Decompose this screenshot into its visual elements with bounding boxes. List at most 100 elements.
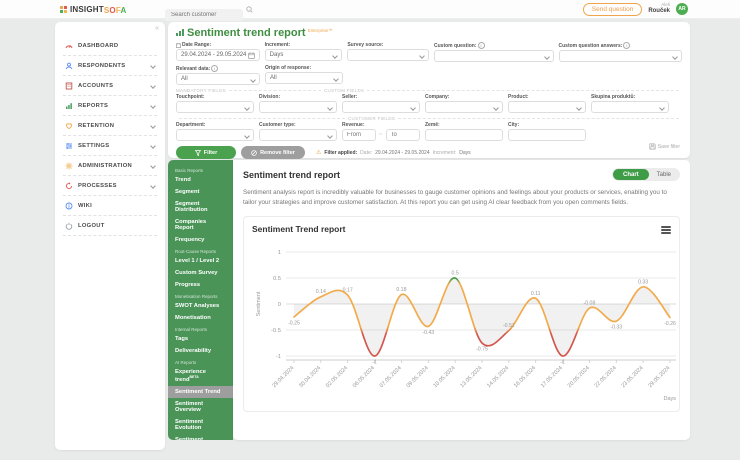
country-input[interactable] bbox=[430, 132, 498, 138]
sidebar-item-processes[interactable]: PROCESSES bbox=[63, 176, 157, 196]
app-logo[interactable]: INSIGHT SOFA bbox=[60, 0, 126, 18]
sidebar-item-dashboard[interactable]: DASHBOARD bbox=[63, 36, 157, 56]
relevant-data-label: Relevant data: i bbox=[176, 65, 260, 72]
touchpoint-select[interactable] bbox=[176, 101, 254, 113]
heart-icon bbox=[63, 122, 74, 130]
nav-item-level-1-level-2[interactable]: Level 1 / Level 2 bbox=[168, 255, 233, 267]
x-tick-label: 10.05.2024 bbox=[433, 365, 457, 389]
revenue-to-input[interactable] bbox=[390, 132, 415, 138]
report-nav: Basic Reports Trend Segment Segment Distrib… bbox=[168, 160, 233, 440]
beta-badge: BETA bbox=[189, 375, 199, 379]
send-question-button[interactable]: Send question bbox=[582, 2, 643, 16]
custom-question-select[interactable] bbox=[434, 50, 554, 62]
nav-item-experience-trend[interactable]: Experience trendBETA bbox=[168, 366, 233, 386]
relevant-data-select[interactable]: All bbox=[176, 73, 260, 85]
sidebar-item-retention[interactable]: RETENTION bbox=[63, 116, 157, 136]
sidebar-item-accounts[interactable]: ACCOUNTS bbox=[63, 76, 157, 96]
nav-item-segment[interactable]: Segment bbox=[168, 186, 233, 198]
nav-item-sentiment-overview[interactable]: Sentiment Overview bbox=[168, 398, 233, 416]
chevron-down-icon bbox=[576, 105, 582, 111]
sidebar-item-wiki[interactable]: WIKI bbox=[63, 196, 157, 216]
department-label: Department: bbox=[176, 122, 206, 128]
x-tick-label: 29.04.2024 bbox=[271, 365, 295, 389]
sidebar-item-label: REPORTS bbox=[78, 102, 109, 109]
avatar[interactable]: AR bbox=[676, 3, 688, 15]
revenue-from-wrap bbox=[342, 129, 376, 141]
customer-type-select[interactable] bbox=[259, 129, 337, 141]
nav-item-swot-analyses[interactable]: SWOT Analyses bbox=[168, 300, 233, 312]
filter-button[interactable]: Filter bbox=[176, 146, 236, 159]
company-select[interactable] bbox=[425, 101, 503, 113]
report-icon bbox=[176, 29, 184, 36]
topbar: INSIGHTSOFA Send question Aleš Rouček AR bbox=[0, 0, 740, 21]
enterprise-badge: Enterprise™ bbox=[307, 28, 333, 33]
sidebar-item-label: RETENTION bbox=[78, 122, 115, 129]
view-toggle: Chart Table bbox=[611, 168, 680, 181]
users-icon bbox=[63, 62, 74, 70]
origin-of-response-select[interactable]: All bbox=[265, 72, 343, 84]
gauge-icon bbox=[63, 42, 74, 50]
chart-toggle-button[interactable]: Chart bbox=[612, 169, 649, 180]
report-title: Sentiment trend report bbox=[243, 169, 341, 180]
revenue-separator: ~ bbox=[379, 132, 383, 138]
department-select[interactable] bbox=[176, 129, 254, 141]
nav-item-tags[interactable]: Tags bbox=[168, 333, 233, 345]
chevron-down-icon bbox=[332, 53, 339, 59]
chevron-down-icon bbox=[150, 142, 156, 149]
nav-item-sentiment-trend[interactable]: Sentiment Trend bbox=[168, 385, 233, 398]
point-label: 0.5 bbox=[452, 270, 459, 276]
increment-select[interactable]: Days bbox=[264, 49, 343, 61]
sidebar-item-logout[interactable]: LOGOUT bbox=[63, 216, 157, 236]
division-select[interactable] bbox=[259, 101, 337, 113]
search-input[interactable] bbox=[165, 9, 243, 21]
info-icon: i bbox=[623, 42, 631, 49]
customer-type-label: Customer type: bbox=[259, 122, 296, 128]
table-toggle-button[interactable]: Table bbox=[649, 169, 679, 180]
chevron-down-icon bbox=[150, 122, 156, 129]
point-label: -0.75 bbox=[476, 346, 488, 352]
product-select[interactable] bbox=[508, 101, 586, 113]
customer-fields-divider: CUSTOMER FIELDS bbox=[176, 116, 682, 121]
product-group-select[interactable] bbox=[591, 101, 669, 113]
point-label: -0.26 bbox=[664, 321, 676, 327]
nav-item-sentiment-evolution[interactable]: Sentiment Evolution bbox=[168, 416, 233, 434]
survey-source-select[interactable] bbox=[347, 49, 429, 61]
nav-item-frequency[interactable]: Frequency bbox=[168, 234, 233, 246]
sidebar-item-settings[interactable]: SETTINGS bbox=[63, 136, 157, 156]
city-input[interactable] bbox=[513, 132, 581, 138]
save-filter-button[interactable]: Save filter bbox=[649, 143, 680, 150]
sidebar-item-reports[interactable]: REPORTS bbox=[63, 96, 157, 116]
chart-context-menu-button[interactable] bbox=[661, 225, 671, 236]
point-label: 0.17 bbox=[343, 287, 353, 293]
revenue-from-input[interactable] bbox=[347, 132, 371, 138]
nav-item-companies-report[interactable]: Companies Report bbox=[168, 216, 233, 234]
main-sidebar: « DASHBOARD RESPONDENTS ACCOUNTS REPORTS RET… bbox=[55, 22, 165, 450]
nav-group-header: Internal Reports bbox=[175, 327, 208, 332]
sidebar-item-administration[interactable]: ADMINISTRATION bbox=[63, 156, 157, 176]
user-name: Aleš Rouček bbox=[648, 2, 670, 15]
x-tick-label: 30.04.2024 bbox=[298, 365, 322, 389]
chart-title: Sentiment Trend report bbox=[252, 223, 346, 234]
sidebar-item-label: WIKI bbox=[78, 202, 93, 209]
nav-item-progress[interactable]: Progress bbox=[168, 279, 233, 291]
nav-item-trend[interactable]: Trend bbox=[168, 174, 233, 186]
point-label: 0.18 bbox=[396, 287, 406, 293]
sidebar-collapse-icon[interactable]: « bbox=[155, 25, 159, 32]
sidebar-item-respondents[interactable]: RESPONDENTS bbox=[63, 56, 157, 76]
remove-filter-button[interactable]: Remove filter bbox=[241, 146, 305, 159]
date-range-input[interactable]: 29.04.2024 - 29.05.2024 bbox=[176, 49, 260, 61]
search-icon bbox=[246, 5, 253, 13]
nav-item-custom-survey[interactable]: Custom Survey bbox=[168, 267, 233, 279]
cancel-circle-icon bbox=[251, 149, 257, 156]
nav-item-monetisation[interactable]: Monetisation bbox=[168, 312, 233, 324]
nav-item-segment-distribution[interactable]: Segment Distribution bbox=[168, 198, 233, 216]
seller-select[interactable] bbox=[342, 101, 420, 113]
calendar-small-icon bbox=[176, 42, 181, 48]
x-tick-label: 29.05.2024 bbox=[647, 365, 671, 389]
customer-fields-heading: CUSTOMER FIELDS bbox=[348, 116, 396, 121]
custom-question-answers-select[interactable] bbox=[558, 50, 682, 62]
x-tick-label: 13.05.2024 bbox=[459, 365, 483, 389]
chevron-down-icon bbox=[659, 105, 665, 111]
nav-item-sentiment-segment[interactable]: Sentiment Segment bbox=[168, 434, 233, 440]
nav-item-deliverability[interactable]: Deliverability bbox=[168, 345, 233, 357]
